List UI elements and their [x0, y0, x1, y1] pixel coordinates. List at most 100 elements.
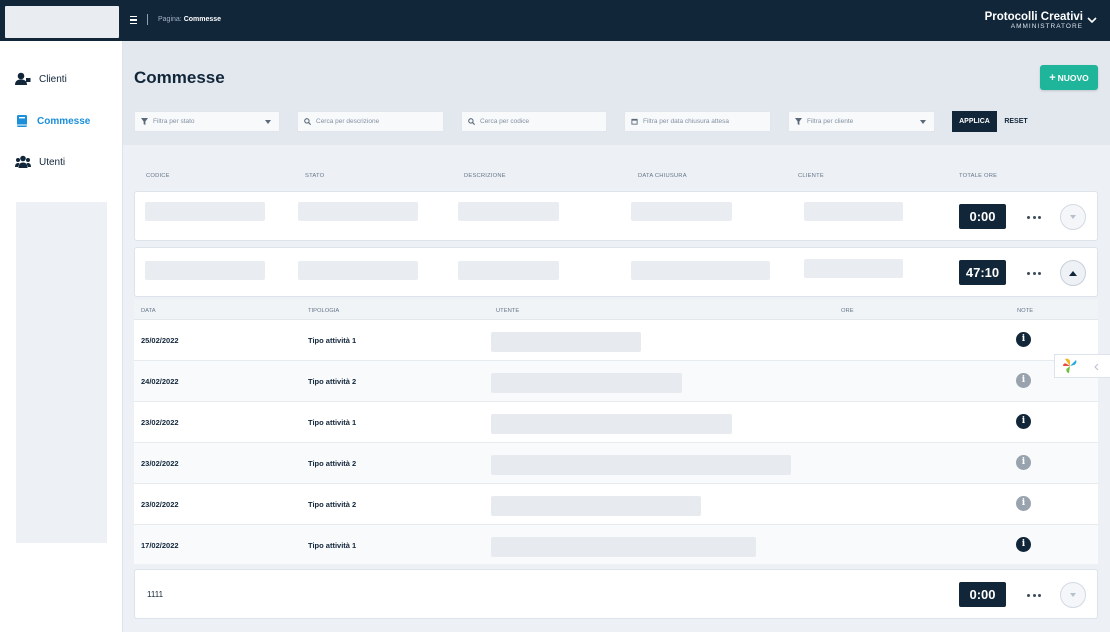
detail-column-data: DATA: [141, 308, 156, 314]
detail-column-note: NOTE: [1017, 308, 1034, 314]
filter-icon: [141, 118, 148, 125]
sidebar-item-clienti[interactable]: Clienti: [15, 71, 67, 87]
chevron-left-icon: [1094, 363, 1099, 371]
book-icon: [17, 115, 27, 127]
user-name[interactable]: Protocolli Creativi: [985, 11, 1083, 23]
detail-date: 25/02/2022: [141, 336, 179, 345]
column-header-descrizione[interactable]: DESCRIZIONE: [464, 173, 506, 179]
filter-cliente-select[interactable]: Filtra per cliente: [788, 111, 935, 132]
filter-icon: [795, 118, 802, 125]
table-row[interactable]: 1111 0:00: [134, 569, 1098, 619]
user-role: AMMINISTRATORE: [1010, 23, 1083, 30]
detail-row[interactable]: 23/02/2022 Tipo attività 2 i: [134, 443, 1098, 484]
logo[interactable]: [5, 6, 119, 38]
caret-up-icon: [1069, 270, 1077, 276]
redacted-field: [804, 259, 903, 278]
redacted-field: [145, 202, 265, 221]
sidebar-item-label: Utenti: [39, 156, 66, 168]
search-descrizione-placeholder: Cerca per descrizione: [316, 118, 380, 125]
user-tie-icon: [15, 72, 31, 85]
detail-type: Tipo attività 1: [308, 336, 357, 345]
detail-type: Tipo attività 2: [308, 377, 357, 386]
detail-row[interactable]: 25/02/2022 Tipo attività 1 i: [134, 320, 1098, 361]
redacted-field: [458, 261, 559, 280]
expand-toggle-button[interactable]: [1060, 582, 1086, 608]
breadcrumb-prefix: Pagina:: [158, 16, 182, 23]
calendar-icon: [631, 118, 638, 125]
filter-data-input[interactable]: Filtra per data chiusura attesa: [624, 111, 771, 132]
detail-row[interactable]: 23/02/2022 Tipo attività 1 i: [134, 402, 1098, 443]
detail-row[interactable]: 23/02/2022 Tipo attività 2 i: [134, 484, 1098, 525]
redacted-field: [298, 202, 418, 221]
column-header-codice[interactable]: CODICE: [146, 173, 170, 179]
info-icon[interactable]: i: [1016, 414, 1031, 429]
detail-date: 24/02/2022: [141, 377, 179, 386]
pinwheel-logo-icon: [1063, 358, 1077, 373]
redacted-user: [491, 537, 756, 557]
filter-cliente-placeholder: Filtra per cliente: [807, 118, 854, 125]
divider: [147, 14, 148, 25]
reset-button[interactable]: RESET: [1001, 111, 1031, 132]
info-icon[interactable]: i: [1016, 537, 1031, 552]
detail-type: Tipo attività 1: [308, 418, 357, 427]
detail-type: Tipo attività 2: [308, 500, 357, 509]
search-codice-input[interactable]: Cerca per codice: [461, 111, 607, 132]
expand-toggle-button[interactable]: [1060, 204, 1086, 230]
detail-date: 23/02/2022: [141, 418, 179, 427]
detail-type: Tipo attività 2: [308, 459, 357, 468]
menu-icon[interactable]: [130, 13, 140, 27]
column-header-stato[interactable]: STATO: [305, 173, 324, 179]
plus-icon: +: [1049, 71, 1056, 84]
redacted-user: [491, 455, 791, 475]
detail-table: DATA TIPOLOGIA UTENTE ORE NOTE 25/02/202…: [134, 299, 1098, 564]
column-header-data-chiusura[interactable]: DATA CHIUSURA: [638, 173, 687, 179]
new-button-label: NUOVO: [1057, 72, 1089, 83]
redacted-field: [631, 202, 732, 221]
filter-stato-select[interactable]: Filtra per stato: [134, 111, 280, 132]
info-icon[interactable]: i: [1016, 332, 1031, 347]
column-header-cliente[interactable]: CLIENTE: [798, 173, 824, 179]
sidebar-item-utenti[interactable]: Utenti: [15, 154, 65, 170]
more-options-icon[interactable]: [1027, 592, 1041, 598]
detail-column-utente: UTENTE: [496, 308, 520, 314]
column-header-totale-ore[interactable]: TOTALE ORE: [959, 173, 997, 179]
detail-date: 17/02/2022: [141, 541, 179, 550]
sidebar: Clienti Commesse Utenti: [0, 41, 123, 632]
redacted-field: [145, 261, 265, 280]
total-hours: 0:00: [959, 582, 1006, 607]
redacted-field: [804, 202, 903, 221]
top-bar: Pagina: Commesse Protocolli Creativi AMM…: [0, 0, 1110, 41]
info-icon[interactable]: i: [1016, 496, 1031, 511]
caret-down-icon: [1070, 593, 1076, 597]
search-descrizione-input[interactable]: Cerca per descrizione: [297, 111, 444, 132]
detail-column-ore: ORE: [841, 308, 854, 314]
more-options-icon[interactable]: [1027, 270, 1041, 276]
sidebar-item-label: Commesse: [37, 115, 91, 127]
redacted-user: [491, 332, 641, 352]
apply-button[interactable]: APPLICA: [952, 111, 997, 132]
page-title: Commesse: [134, 68, 225, 87]
table-row[interactable]: 0:00: [134, 191, 1098, 241]
row-code: 1111: [147, 590, 164, 599]
detail-type: Tipo attività 1: [308, 541, 357, 550]
detail-row[interactable]: 17/02/2022 Tipo attività 1 i: [134, 525, 1098, 564]
sidebar-placeholder: [16, 202, 107, 543]
info-icon[interactable]: i: [1016, 373, 1031, 388]
chevron-down-icon[interactable]: [1086, 14, 1098, 26]
info-icon[interactable]: i: [1016, 455, 1031, 470]
sidebar-item-label: Clienti: [39, 73, 67, 85]
caret-down-icon: [920, 120, 926, 124]
redacted-field: [458, 202, 559, 221]
breadcrumb: Pagina: Commesse: [158, 16, 221, 23]
redacted-user: [491, 414, 732, 434]
more-options-icon[interactable]: [1027, 214, 1041, 220]
sidebar-item-commesse[interactable]: Commesse: [15, 113, 90, 129]
new-button[interactable]: + NUOVO: [1040, 65, 1098, 90]
table-row[interactable]: 47:10: [134, 247, 1098, 297]
total-hours: 0:00: [959, 204, 1006, 229]
detail-row[interactable]: 24/02/2022 Tipo attività 2 i: [134, 361, 1098, 402]
collapse-toggle-button[interactable]: [1060, 260, 1086, 286]
search-icon: [468, 118, 475, 125]
floating-widget-tab[interactable]: [1054, 354, 1110, 378]
redacted-user: [491, 373, 682, 393]
